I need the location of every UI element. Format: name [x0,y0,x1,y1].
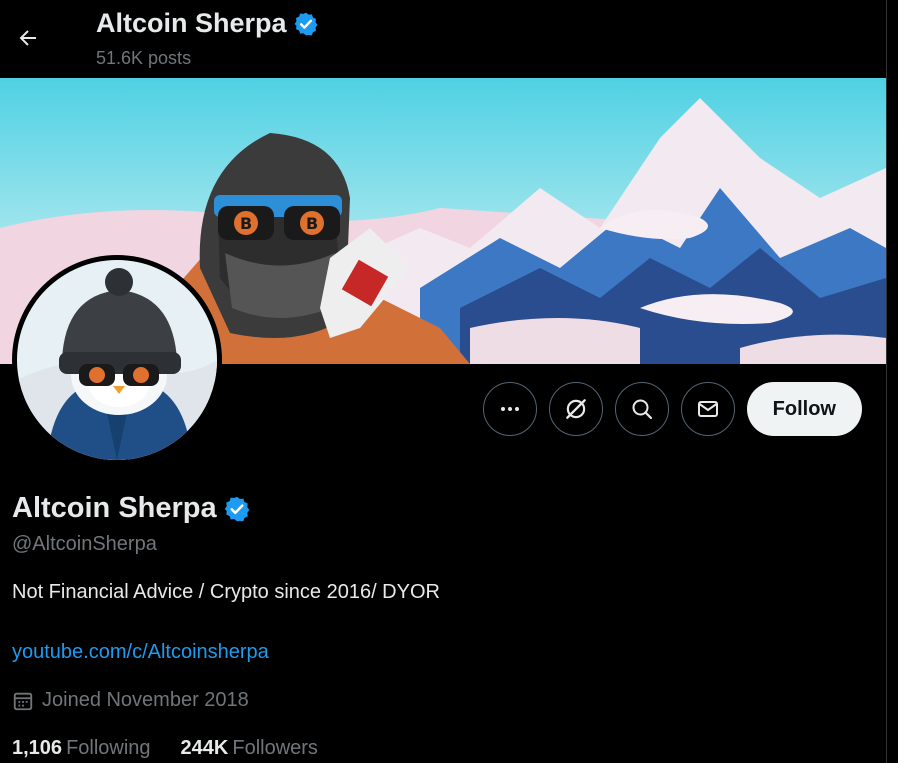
profile-name: Altcoin Sherpa [12,492,251,525]
header-name: Altcoin Sherpa [96,8,287,38]
search-icon [632,399,652,420]
following-count: 1,106 [12,737,63,759]
joined-date: Joined November 2018 [12,689,249,712]
grok-icon [565,399,586,419]
svg-text:B: B [306,214,318,233]
more-dots-icon [500,407,519,411]
profile-handle: @AltcoinSherpa [12,533,157,555]
profile-actions: Follow [482,382,862,436]
post-count: 51.6K posts [96,48,192,68]
following-link[interactable]: 1,106 Following [12,737,151,760]
avatar-image [17,260,217,460]
envelope-icon [697,401,718,417]
followers-label: Followers [232,737,318,759]
following-label: Following [66,737,151,759]
profile-website-link[interactable]: youtube.com/c/Altcoinsherpa [12,641,269,664]
grok-button[interactable] [548,382,603,436]
followers-count: 244K [180,737,229,759]
follow-button[interactable]: Follow [746,382,862,436]
verified-badge-icon [294,12,317,35]
joined-text: Joined November 2018 [42,689,249,711]
back-button[interactable] [8,18,48,58]
profile-avatar[interactable] [12,255,222,465]
verified-badge-icon[interactable] [223,495,251,523]
profile-header: Altcoin Sherpa 51.6K posts [0,0,886,78]
profile-bio: Not Financial Advice / Crypto since 2016… [12,581,440,603]
calendar-icon [13,692,33,710]
followers-link[interactable]: 244K Followers [181,737,318,760]
profile-column: Altcoin Sherpa 51.6K posts B B Follow Al… [0,0,886,763]
more-button[interactable] [482,382,537,436]
right-gutter [887,0,898,763]
profile-name-text: Altcoin Sherpa [12,492,217,524]
profile-stats: 1,106 Following 244K Followers [12,737,318,760]
search-profile-button[interactable] [614,382,669,436]
arrow-left-icon [19,30,36,46]
header-title: Altcoin Sherpa [96,8,319,39]
message-button[interactable] [680,382,735,436]
svg-text:B: B [240,214,252,233]
